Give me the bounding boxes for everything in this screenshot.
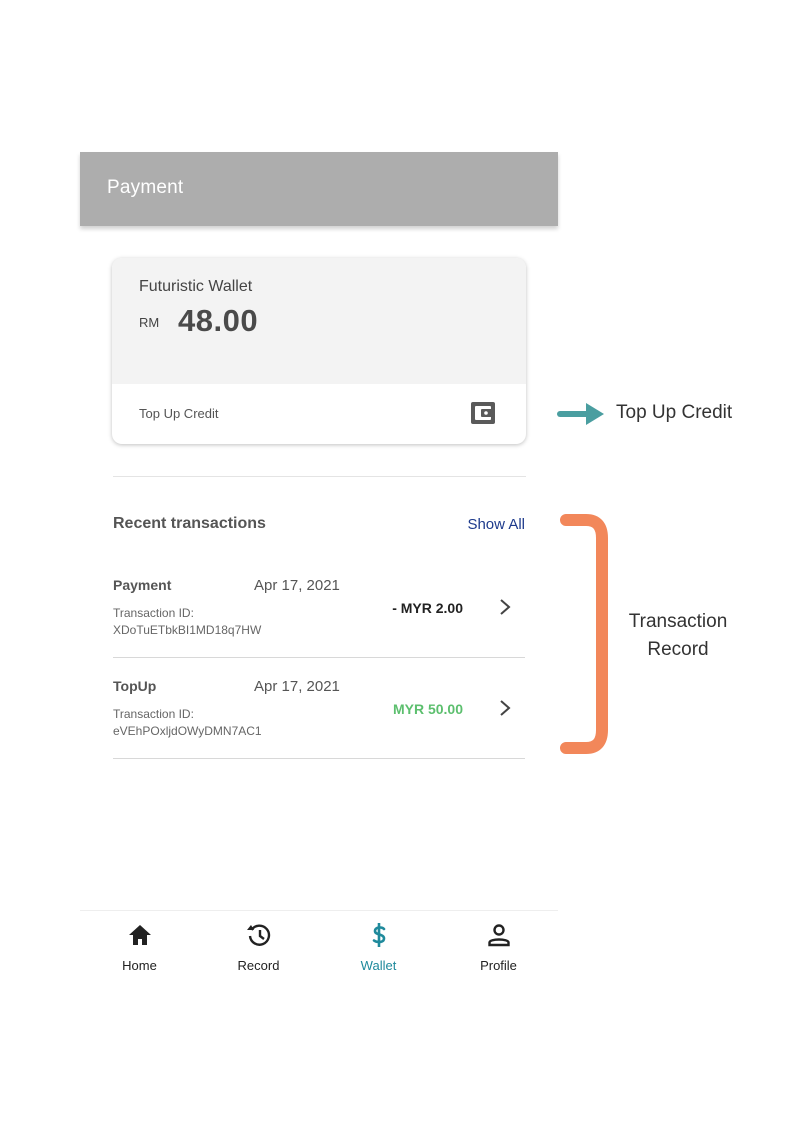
transaction-date: Apr 17, 2021 xyxy=(254,577,340,594)
app-bar: Payment xyxy=(80,152,558,226)
nav-item-profile[interactable]: Profile xyxy=(439,911,558,993)
nav-label-profile: Profile xyxy=(480,958,517,973)
annotation-transaction-line2: Record xyxy=(647,639,709,660)
annotation-transaction-record: Transaction Record xyxy=(612,608,744,664)
dollar-icon xyxy=(372,923,386,947)
transaction-id-label: Transaction ID: xyxy=(113,606,194,620)
profile-icon xyxy=(488,924,510,947)
top-up-credit-button[interactable]: Top Up Credit xyxy=(112,384,526,444)
nav-label-record: Record xyxy=(237,958,280,973)
wallet-card: Futuristic Wallet RM 48.00 Top Up Credit xyxy=(112,258,526,444)
transaction-id: eVEhPOxljdOWyDMN7AC1 xyxy=(113,724,262,738)
app-bar-title: Payment xyxy=(107,177,184,198)
nav-label-home: Home xyxy=(122,958,157,973)
transaction-row[interactable]: TopUp Apr 17, 2021 Transaction ID: eVEhP… xyxy=(113,658,525,759)
balance-currency: RM xyxy=(139,315,160,330)
home-icon xyxy=(129,925,151,945)
transaction-id: XDoTuETbkBI1MD18q7HW xyxy=(113,623,262,637)
annotation-top-up-credit: Top Up Credit xyxy=(616,402,733,423)
chevron-right-icon xyxy=(500,599,511,615)
history-icon xyxy=(247,924,271,946)
annotation-transaction-line1: Transaction xyxy=(628,611,728,632)
payment-screen: Payment Futuristic Wallet RM 48.00 Top U… xyxy=(80,152,558,993)
nav-item-record[interactable]: Record xyxy=(199,911,318,993)
show-all-link[interactable]: Show All xyxy=(467,516,525,533)
transaction-amount: MYR 50.00 xyxy=(392,701,463,717)
transaction-amount: - MYR 2.00 xyxy=(392,600,463,616)
transaction-type: TopUp xyxy=(113,678,157,694)
nav-label-wallet: Wallet xyxy=(360,958,397,973)
transaction-row[interactable]: Payment Apr 17, 2021 Transaction ID: XDo… xyxy=(113,557,525,658)
chevron-right-icon xyxy=(500,700,511,716)
annotation-arrow-icon xyxy=(557,403,604,425)
transaction-type: Payment xyxy=(113,577,172,593)
nav-item-home[interactable]: Home xyxy=(80,911,199,993)
wallet-name: Futuristic Wallet xyxy=(139,278,253,295)
top-up-credit-label: Top Up Credit xyxy=(139,406,219,421)
recent-transactions-title: Recent transactions xyxy=(113,515,266,532)
transaction-id-label: Transaction ID: xyxy=(113,707,194,721)
nav-item-wallet[interactable]: Wallet xyxy=(319,911,438,993)
wallet-balance-panel: Futuristic Wallet RM 48.00 xyxy=(112,258,526,384)
section-divider xyxy=(113,476,526,477)
annotation-bracket xyxy=(560,514,608,754)
wallet-balance: 48.00 xyxy=(178,303,259,338)
wallet-icon xyxy=(471,402,495,424)
bottom-navigation: Home Record Wallet Profile xyxy=(80,910,558,993)
transaction-date: Apr 17, 2021 xyxy=(254,678,340,695)
